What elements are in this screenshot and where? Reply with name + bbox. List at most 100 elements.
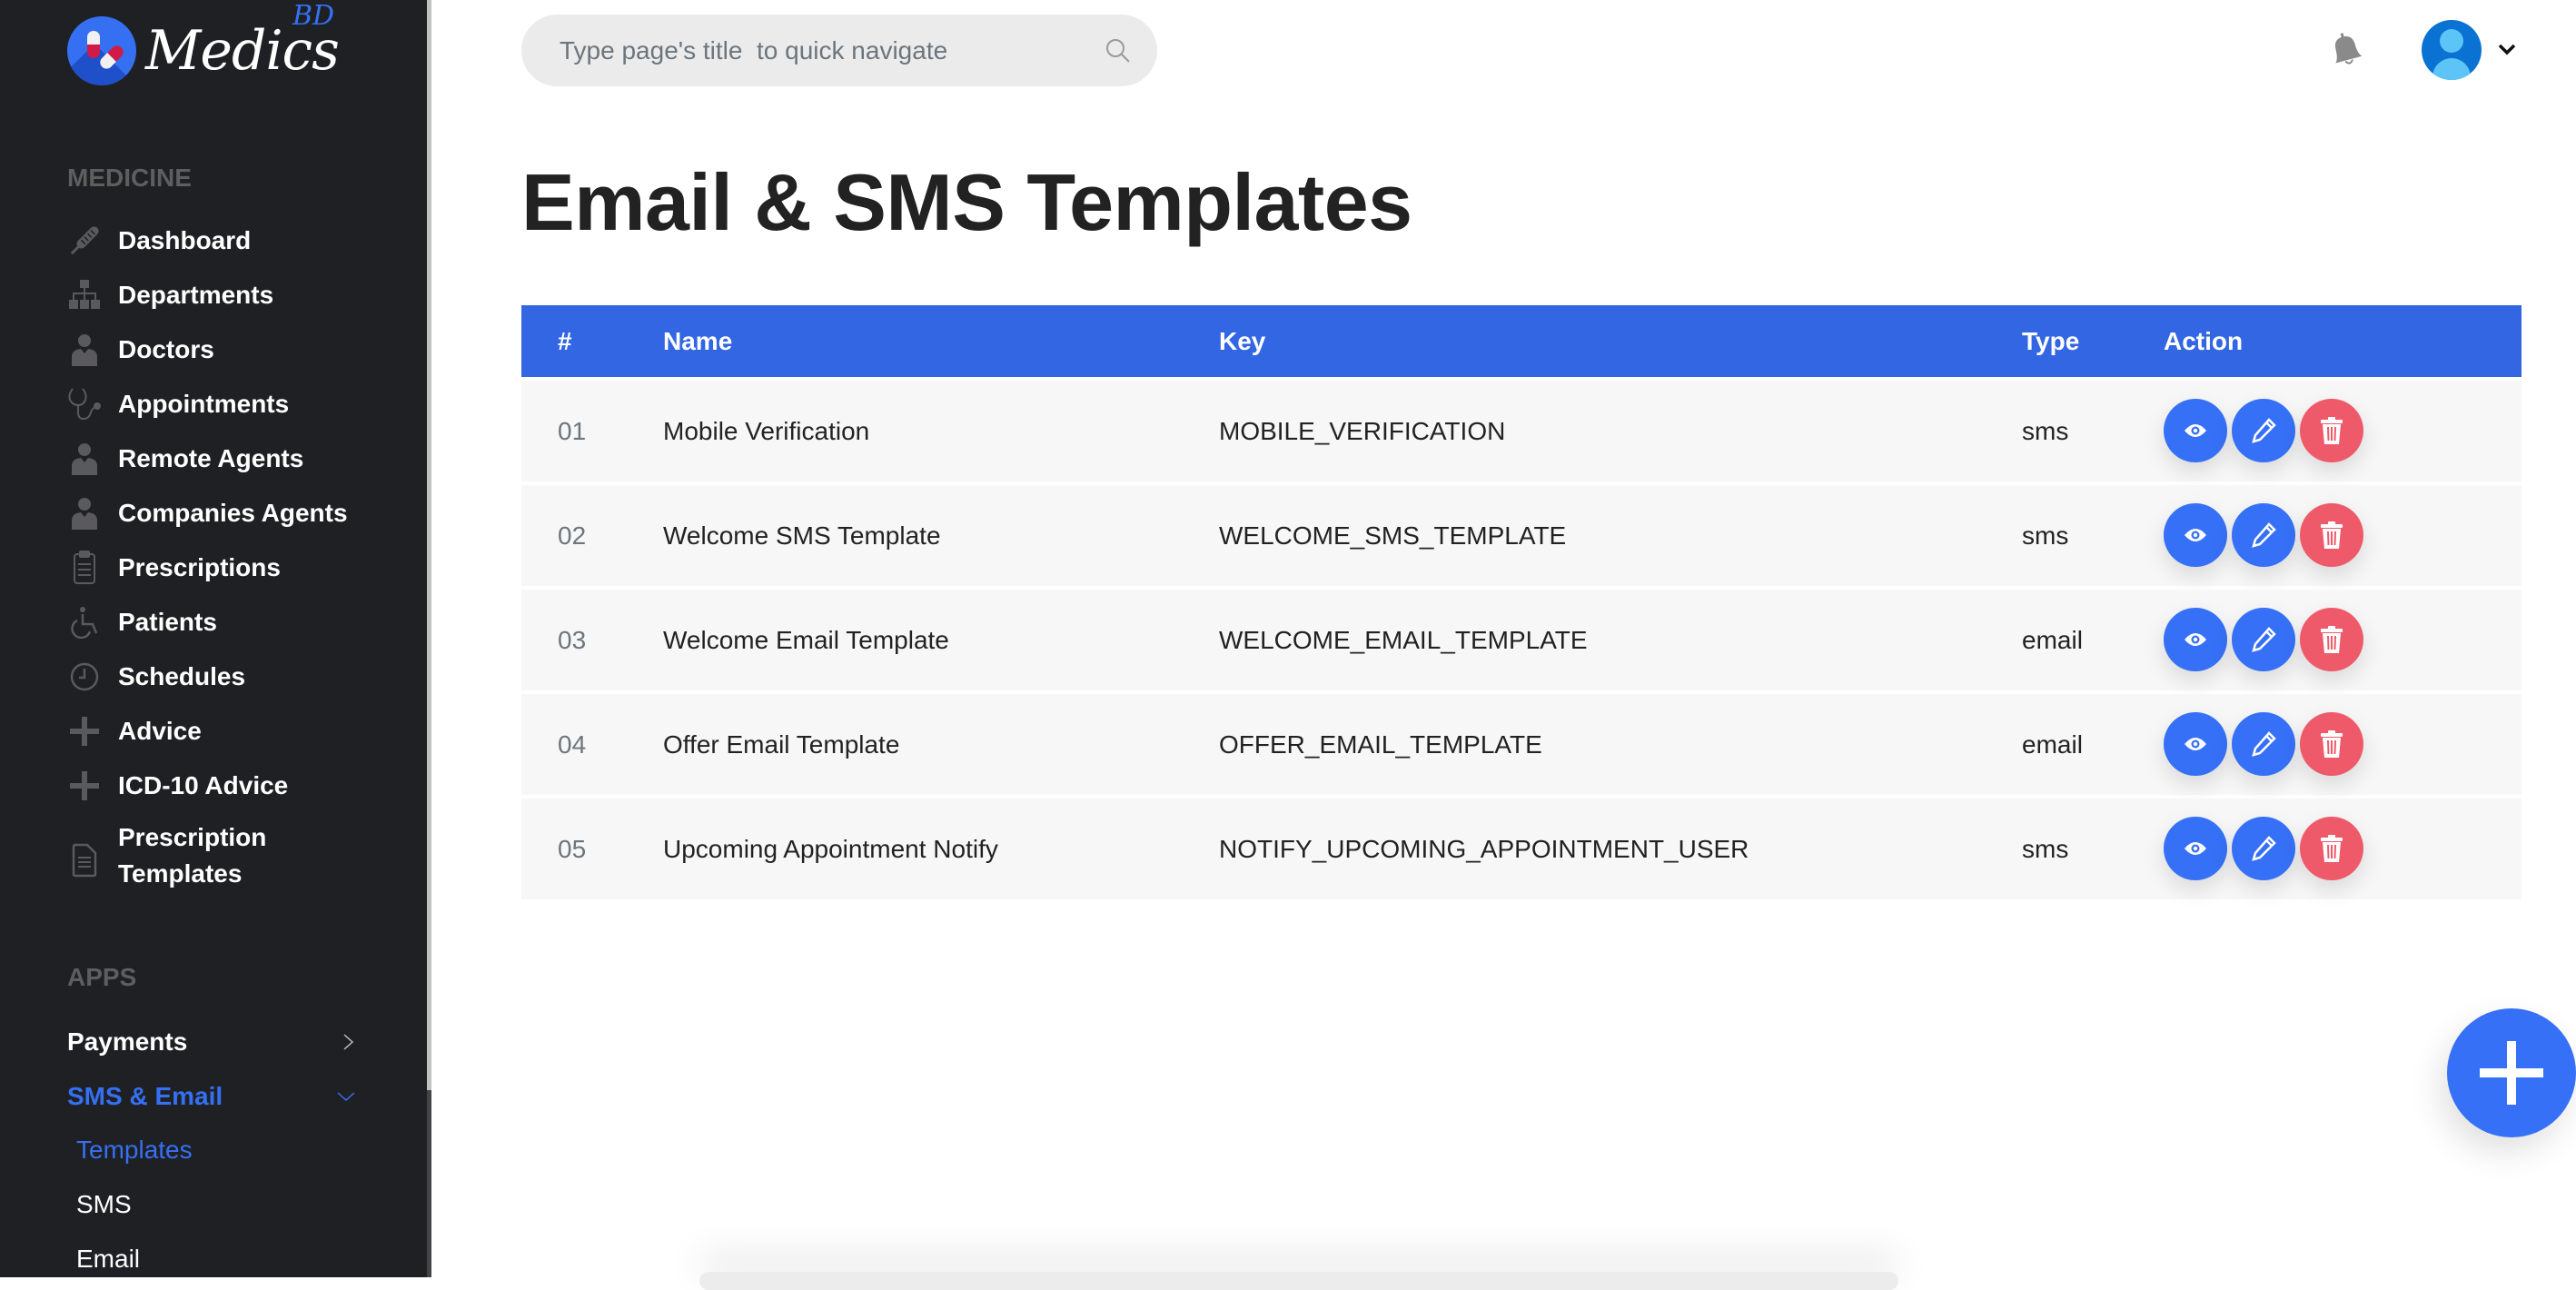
sidebar-item-label: ICD-10 Advice [118, 771, 289, 799]
account-menu-chevron-down-icon[interactable] [2496, 40, 2518, 58]
templates-table: # Name Key Type Action 01 Mobile Verific… [521, 305, 2522, 899]
column-header-name: Name [663, 326, 733, 355]
sidebar-item-prescription-templates[interactable]: Prescription Templates [67, 823, 266, 888]
edit-button[interactable] [2232, 712, 2295, 776]
chevron-right-icon [343, 1034, 354, 1050]
search-icon[interactable] [1105, 37, 1132, 64]
sidebar-item-schedules[interactable]: Schedules [67, 654, 245, 700]
sidebar-item-advice[interactable]: Advice [67, 709, 202, 754]
clipboard-icon [67, 551, 102, 585]
section-medicine: MEDICINE [67, 164, 192, 192]
sidebar-item-label: Remote Agents [118, 444, 304, 472]
column-header-type: Type [2022, 326, 2080, 355]
plus-icon [67, 769, 102, 803]
sidebar-item-doctors[interactable]: Doctors [67, 327, 214, 372]
row-name: Upcoming Appointment Notify [663, 834, 998, 863]
sitemap-icon [67, 278, 102, 313]
add-template-button[interactable] [2447, 1008, 2576, 1137]
row-type: sms [2022, 416, 2069, 445]
chevron-down-icon [337, 1092, 355, 1102]
column-header-action: Action [2164, 326, 2244, 355]
sidebar-item-label: Patients [118, 608, 217, 636]
sidebar-item-icd10-advice[interactable]: ICD-10 Advice [67, 763, 288, 809]
row-number: 05 [558, 834, 587, 863]
row-number: 02 [558, 521, 587, 550]
sidebar-sub-sms[interactable]: SMS [76, 1190, 132, 1219]
sidebar-app-label: SMS & Email [67, 1082, 223, 1110]
row-type: email [2022, 625, 2083, 654]
trash-icon [2321, 835, 2343, 862]
table-header: # Name Key Type Action [521, 305, 2522, 377]
sidebar-item-appointments[interactable]: Appointments [67, 382, 289, 427]
bottom-card-shadow [699, 1272, 1898, 1290]
sidebar-item-departments[interactable]: Departments [67, 273, 273, 318]
edit-button[interactable] [2232, 399, 2295, 462]
wheelchair-icon [67, 605, 102, 640]
document-icon [67, 843, 102, 878]
sidebar-item-label: Appointments [118, 390, 290, 418]
pencil-icon [2252, 731, 2276, 757]
row-actions [2164, 817, 2363, 880]
trash-icon [2321, 521, 2343, 549]
edit-button[interactable] [2232, 817, 2295, 880]
user-avatar[interactable] [2422, 20, 2482, 80]
edit-button[interactable] [2232, 503, 2295, 567]
table-row: 02 Welcome SMS Template WELCOME_SMS_TEMP… [521, 485, 2522, 586]
sidebar-item-prescriptions[interactable]: Prescriptions [67, 545, 281, 590]
eye-icon [2185, 424, 2206, 437]
sidebar-item-label: Companies Agents [118, 499, 348, 527]
section-apps: APPS [67, 963, 137, 991]
delete-button[interactable] [2300, 399, 2363, 462]
row-number: 01 [558, 416, 587, 445]
view-button[interactable] [2164, 712, 2227, 776]
sidebar-item-patients[interactable]: Patients [67, 600, 217, 645]
row-actions [2164, 712, 2363, 776]
row-actions [2164, 503, 2363, 567]
page-title: Email & SMS Templates [521, 157, 1412, 247]
pencil-icon [2252, 522, 2276, 548]
row-actions [2164, 399, 2363, 462]
row-key: OFFER_EMAIL_TEMPLATE [1219, 729, 1542, 759]
row-actions [2164, 608, 2363, 671]
view-button[interactable] [2164, 817, 2227, 880]
pencil-icon [2252, 836, 2276, 861]
view-button[interactable] [2164, 503, 2227, 567]
row-key: WELCOME_SMS_TEMPLATE [1219, 521, 1567, 550]
row-type: email [2022, 729, 2083, 759]
sidebar-sub-templates[interactable]: Templates [76, 1136, 193, 1165]
delete-button[interactable] [2300, 712, 2363, 776]
eye-icon [2185, 529, 2206, 541]
trash-icon [2321, 626, 2343, 653]
sidebar-item-label: Advice [118, 717, 202, 745]
column-header-number: # [558, 326, 572, 355]
sidebar-scrollbar-thumb[interactable] [427, 0, 431, 1090]
plus-icon [67, 714, 102, 749]
sidebar-item-label: Schedules [118, 662, 246, 690]
delete-button[interactable] [2300, 503, 2363, 567]
table-row: 05 Upcoming Appointment Notify NOTIFY_UP… [521, 799, 2522, 899]
delete-button[interactable] [2300, 817, 2363, 880]
sidebar-app-sms-email[interactable]: SMS & Email [67, 1076, 356, 1117]
sidebar-sub-email[interactable]: Email [76, 1245, 140, 1274]
edit-button[interactable] [2232, 608, 2295, 671]
sidebar: Medics BD MEDICINE Dashboard Departments… [0, 0, 427, 1277]
view-button[interactable] [2164, 399, 2227, 462]
sidebar-app-payments[interactable]: Payments [67, 1021, 356, 1063]
row-name: Offer Email Template [663, 729, 900, 759]
search-input[interactable] [560, 35, 1105, 65]
column-header-key: Key [1219, 326, 1266, 355]
notification-bell-icon[interactable] [2323, 27, 2369, 73]
sidebar-item-dashboard[interactable]: Dashboard [67, 218, 251, 263]
trash-icon [2321, 730, 2343, 758]
sidebar-item-label: Doctors [118, 335, 214, 363]
view-button[interactable] [2164, 608, 2227, 671]
table-body: 01 Mobile Verification MOBILE_VERIFICATI… [521, 381, 2522, 899]
sidebar-item-companies-agents[interactable]: Companies Agents [67, 491, 348, 536]
delete-button[interactable] [2300, 608, 2363, 671]
sidebar-item-remote-agents[interactable]: Remote Agents [67, 436, 303, 481]
table-row: 03 Welcome Email Template WELCOME_EMAIL_… [521, 590, 2522, 690]
thermometer-icon [67, 223, 102, 258]
brand-suffix: BD [292, 0, 335, 32]
quick-navigate-search[interactable] [521, 15, 1157, 86]
row-type: sms [2022, 834, 2069, 863]
